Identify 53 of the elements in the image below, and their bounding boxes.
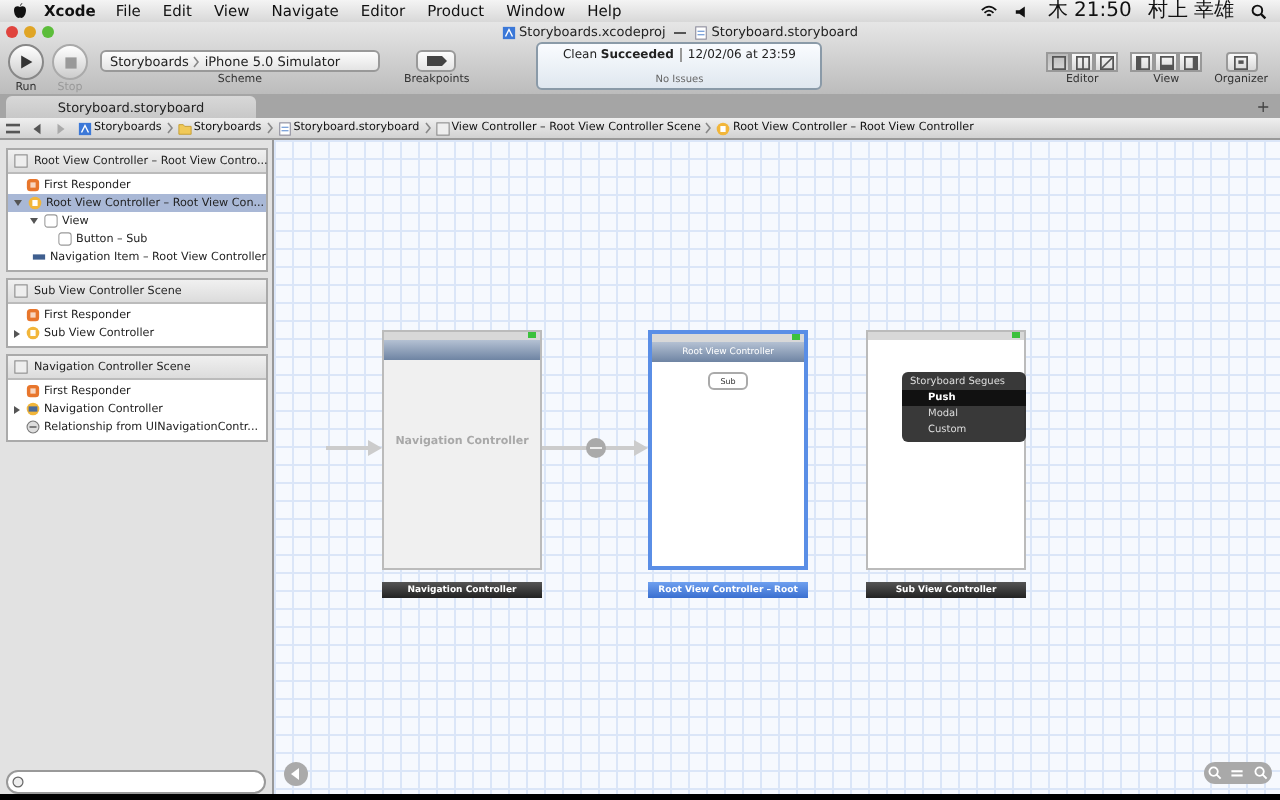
triangle-icon[interactable] bbox=[14, 405, 20, 413]
triangle-icon[interactable] bbox=[14, 329, 20, 337]
battery-icon bbox=[528, 332, 536, 338]
chevron-icon bbox=[192, 55, 201, 67]
grid-icon[interactable] bbox=[6, 121, 20, 135]
triangle-icon[interactable] bbox=[30, 218, 38, 224]
stop-icon bbox=[63, 55, 77, 69]
organizer-icon bbox=[1234, 55, 1249, 69]
controller-icon bbox=[28, 196, 42, 210]
left-pane-button[interactable] bbox=[1130, 52, 1155, 72]
breakpoint-icon bbox=[425, 56, 448, 66]
breakpoints-button[interactable] bbox=[416, 50, 457, 72]
controller-icon bbox=[26, 402, 40, 416]
version-editor-button[interactable] bbox=[1094, 52, 1119, 72]
user-name[interactable]: 村上 幸雄 bbox=[1147, 0, 1234, 22]
chevron-icon bbox=[265, 122, 274, 134]
project-icon bbox=[78, 121, 92, 135]
triangle-icon[interactable] bbox=[14, 200, 22, 206]
menu-clock[interactable]: 木 21:50 bbox=[1047, 0, 1132, 22]
entry-arrow bbox=[326, 440, 382, 456]
file-icon bbox=[277, 121, 292, 135]
segue-arrow bbox=[542, 436, 648, 460]
project-icon bbox=[501, 25, 516, 39]
battery-icon bbox=[1012, 332, 1020, 338]
filter-icon bbox=[12, 776, 24, 788]
scene-icon bbox=[14, 360, 28, 374]
cube-icon bbox=[26, 178, 40, 192]
controller-icon bbox=[716, 121, 731, 135]
run-button[interactable] bbox=[8, 44, 44, 80]
controller-icon bbox=[26, 326, 40, 340]
chevron-icon bbox=[423, 122, 432, 134]
scene-icon bbox=[435, 121, 450, 135]
bottom-pane-button[interactable] bbox=[1154, 52, 1179, 72]
play-icon bbox=[18, 54, 34, 70]
assistant-editor-button[interactable] bbox=[1070, 52, 1095, 72]
chevron-icon bbox=[165, 122, 174, 134]
close-button[interactable] bbox=[6, 26, 18, 38]
search-icon[interactable] bbox=[1250, 3, 1268, 19]
filter-field[interactable] bbox=[6, 770, 266, 794]
wifi-icon[interactable] bbox=[979, 3, 998, 19]
scene-icon bbox=[14, 284, 28, 298]
battery-icon bbox=[792, 334, 800, 340]
add-tab-button[interactable]: + bbox=[1256, 97, 1270, 115]
organizer-button[interactable] bbox=[1225, 52, 1258, 72]
right-pane-button[interactable] bbox=[1178, 52, 1203, 72]
apple-icon[interactable] bbox=[12, 2, 28, 20]
cube-icon bbox=[26, 308, 40, 322]
chevron-icon bbox=[704, 122, 713, 134]
scene-icon bbox=[14, 154, 28, 168]
cube-icon bbox=[26, 384, 40, 398]
file-icon bbox=[693, 25, 708, 39]
link-icon bbox=[26, 420, 40, 434]
standard-editor-button[interactable] bbox=[1046, 52, 1071, 72]
